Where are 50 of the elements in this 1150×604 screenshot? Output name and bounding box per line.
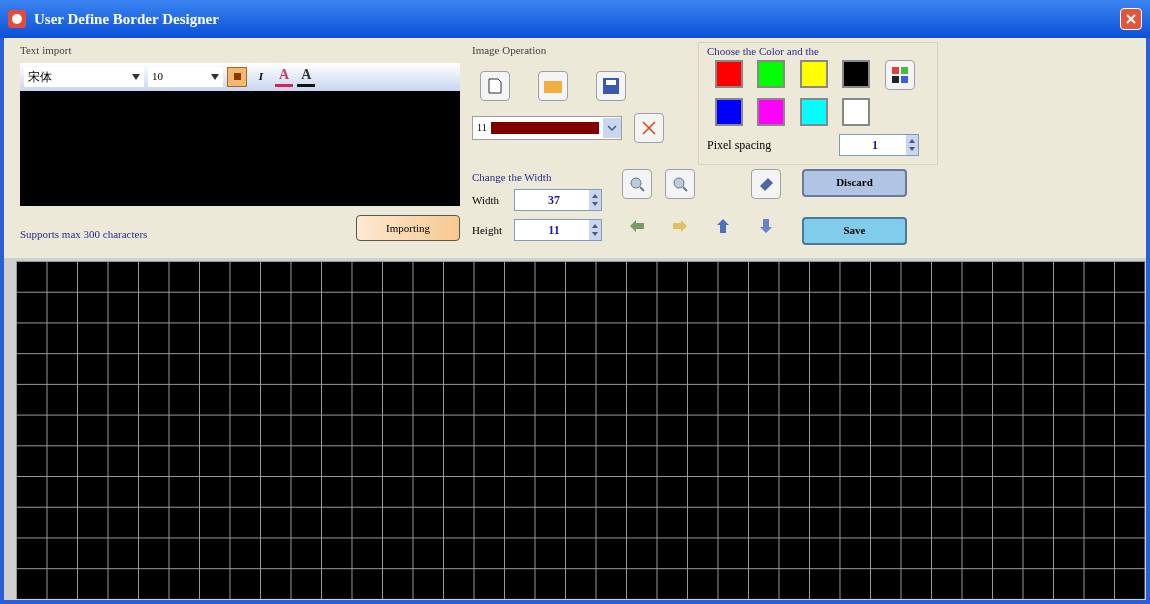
spin-arrows-icon[interactable] bbox=[589, 220, 601, 240]
group-title: Change the Width bbox=[472, 169, 553, 185]
spacing-spinner[interactable]: 1 bbox=[839, 133, 919, 156]
bold-button[interactable] bbox=[227, 66, 247, 87]
group-title: Image Operation bbox=[472, 43, 548, 58]
font-color-button[interactable]: A bbox=[275, 66, 294, 87]
caret-icon bbox=[132, 73, 140, 80]
height-spinner[interactable]: 11 bbox=[514, 219, 602, 241]
border-pattern-icon bbox=[490, 121, 599, 134]
importing-button[interactable]: Importing bbox=[356, 214, 460, 241]
size-select[interactable]: 10 bbox=[148, 66, 223, 87]
zoom-out-icon[interactable] bbox=[665, 168, 695, 199]
color-swatch[interactable] bbox=[799, 59, 828, 88]
text-input[interactable] bbox=[20, 90, 460, 206]
color-swatch[interactable] bbox=[757, 59, 786, 88]
pixel-grid[interactable] bbox=[16, 261, 1145, 599]
border-select[interactable]: 11 bbox=[472, 115, 622, 140]
group-title: Choose the Color and the bbox=[707, 45, 819, 57]
color-swatch[interactable] bbox=[842, 97, 871, 126]
height-label: Height bbox=[472, 222, 503, 238]
spacing-label: Pixel spacing bbox=[707, 136, 773, 154]
spin-arrows-icon[interactable] bbox=[906, 134, 918, 155]
width-label: Width bbox=[472, 192, 501, 208]
color-swatch[interactable] bbox=[842, 59, 871, 88]
spin-arrows-icon[interactable] bbox=[589, 190, 601, 210]
save-icon[interactable] bbox=[596, 70, 626, 101]
font-select[interactable]: 宋体 bbox=[24, 66, 144, 87]
highlight-color-button[interactable]: A bbox=[297, 66, 316, 87]
group-title: Text import bbox=[20, 43, 73, 58]
width-spinner[interactable]: 37 bbox=[514, 189, 602, 211]
eraser-icon[interactable] bbox=[751, 168, 781, 199]
color-swatch[interactable] bbox=[715, 59, 743, 88]
bold-icon bbox=[233, 73, 241, 80]
window-title: User Define Border Designer bbox=[34, 9, 219, 29]
color-swatch[interactable] bbox=[799, 97, 828, 126]
close-icon bbox=[1126, 14, 1136, 24]
app-icon bbox=[8, 10, 26, 28]
delete-icon[interactable] bbox=[634, 112, 664, 143]
discard-button[interactable]: Discard bbox=[802, 168, 907, 197]
zoom-in-icon[interactable] bbox=[622, 168, 652, 199]
caret-icon bbox=[603, 117, 621, 138]
caret-icon bbox=[211, 73, 219, 80]
palette-icon[interactable] bbox=[884, 59, 915, 90]
close-button[interactable] bbox=[1120, 8, 1142, 30]
italic-button[interactable]: I bbox=[251, 66, 271, 87]
color-swatch[interactable] bbox=[715, 97, 743, 126]
color-swatch[interactable] bbox=[757, 97, 786, 126]
new-file-icon[interactable] bbox=[480, 70, 510, 101]
hint-text: Supports max 300 characters bbox=[20, 226, 148, 242]
save-button[interactable]: Save bbox=[802, 216, 907, 245]
